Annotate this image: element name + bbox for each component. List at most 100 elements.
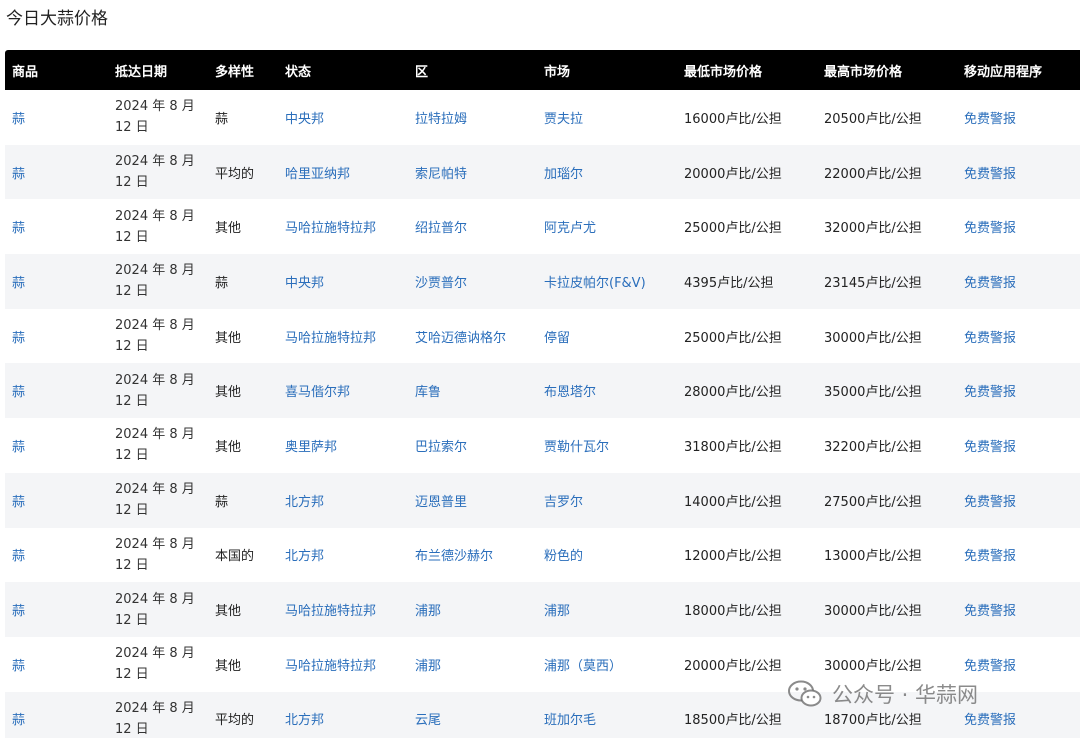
cell-district[interactable]: 布兰德沙赫尔 [415, 549, 493, 564]
cell-commodity[interactable]: 蒜 [12, 549, 25, 564]
free-alert-link[interactable]: 免费警报 [964, 604, 1016, 619]
cell-market[interactable]: 贾勒什瓦尔 [544, 440, 609, 455]
cell-district[interactable]: 艾哈迈德讷格尔 [415, 331, 506, 346]
cell-state[interactable]: 北方邦 [285, 713, 324, 728]
column-header-max-price: 最高市场价格 [824, 64, 903, 80]
cell-min-price: 12000卢比/公担 [684, 549, 782, 565]
free-alert-link-cell: 免费警报 [957, 473, 1080, 528]
cell-district[interactable]: 浦那 [415, 604, 441, 619]
watermark: 公众号 · 华蒜网 [788, 676, 978, 712]
cell-state-cell: 北方邦 [278, 473, 408, 528]
cell-max-price: 13000卢比/公担 [824, 549, 922, 565]
cell-commodity[interactable]: 蒜 [12, 385, 25, 400]
cell-district[interactable]: 沙贾普尔 [415, 276, 467, 291]
cell-commodity[interactable]: 蒜 [12, 276, 25, 291]
free-alert-link[interactable]: 免费警报 [964, 331, 1016, 346]
free-alert-link[interactable]: 免费警报 [964, 385, 1016, 400]
cell-market[interactable]: 加瑙尔 [544, 167, 583, 182]
free-alert-link[interactable]: 免费警报 [964, 713, 1016, 728]
cell-district[interactable]: 迈恩普里 [415, 495, 467, 510]
cell-state[interactable]: 北方邦 [285, 549, 324, 564]
cell-state[interactable]: 北方邦 [285, 495, 324, 510]
cell-state[interactable]: 马哈拉施特拉邦 [285, 604, 376, 619]
cell-date: 2024 年 8 月 12 日 [115, 154, 195, 191]
free-alert-link[interactable]: 免费警报 [964, 112, 1016, 127]
cell-state[interactable]: 马哈拉施特拉邦 [285, 659, 376, 674]
cell-state[interactable]: 中央邦 [285, 276, 324, 291]
cell-commodity-cell: 蒜 [5, 90, 108, 145]
table-header-row: 商品 抵达日期 多样性 状态 区 市场 最低市场价格 最高市场价格 移动应用程序 [5, 50, 1080, 90]
cell-commodity[interactable]: 蒜 [12, 659, 25, 674]
cell-variety: 其他 [215, 221, 242, 237]
cell-commodity[interactable]: 蒜 [12, 604, 25, 619]
cell-state[interactable]: 哈里亚纳邦 [285, 167, 350, 182]
cell-market[interactable]: 停留 [544, 331, 570, 346]
cell-commodity[interactable]: 蒜 [12, 221, 25, 236]
column-header-district: 区 [415, 64, 429, 80]
cell-market-cell: 浦那（莫西） [537, 637, 677, 692]
cell-commodity[interactable]: 蒜 [12, 167, 25, 182]
free-alert-link-cell: 免费警报 [957, 363, 1080, 418]
free-alert-link[interactable]: 免费警报 [964, 440, 1016, 455]
cell-district[interactable]: 库鲁 [415, 385, 441, 400]
cell-district[interactable]: 绍拉普尔 [415, 221, 467, 236]
cell-market-cell: 贾勒什瓦尔 [537, 418, 677, 473]
cell-commodity[interactable]: 蒜 [12, 331, 25, 346]
free-alert-link[interactable]: 免费警报 [964, 167, 1016, 182]
cell-market[interactable]: 粉色的 [544, 549, 583, 564]
cell-max-price: 30000卢比/公担 [824, 604, 922, 620]
cell-district[interactable]: 索尼帕特 [415, 167, 467, 182]
cell-variety: 蒜 [215, 494, 229, 510]
cell-market[interactable]: 班加尔毛 [544, 713, 596, 728]
cell-district-cell: 艾哈迈德讷格尔 [408, 309, 537, 364]
cell-market[interactable]: 浦那 [544, 604, 570, 619]
cell-variety: 其他 [215, 604, 242, 620]
cell-market-cell: 浦那 [537, 582, 677, 637]
cell-market[interactable]: 浦那（莫西） [544, 659, 622, 674]
cell-market[interactable]: 贾夫拉 [544, 112, 583, 127]
cell-district[interactable]: 拉特拉姆 [415, 112, 467, 127]
cell-state[interactable]: 奥里萨邦 [285, 440, 337, 455]
cell-state[interactable]: 马哈拉施特拉邦 [285, 221, 376, 236]
cell-state[interactable]: 马哈拉施特拉邦 [285, 331, 376, 346]
free-alert-link[interactable]: 免费警报 [964, 276, 1016, 291]
cell-market-cell: 卡拉皮帕尔(F&V) [537, 254, 677, 309]
cell-state[interactable]: 喜马偕尔邦 [285, 385, 350, 400]
cell-variety: 本国的 [215, 549, 255, 565]
cell-variety: 其他 [215, 330, 242, 346]
cell-max-price: 27500卢比/公担 [824, 494, 922, 510]
cell-variety: 蒜 [215, 275, 229, 291]
cell-state[interactable]: 中央邦 [285, 112, 324, 127]
cell-max-price: 32000卢比/公担 [824, 221, 922, 237]
cell-district-cell: 浦那 [408, 637, 537, 692]
free-alert-link-cell: 免费警报 [957, 582, 1080, 637]
cell-commodity[interactable]: 蒜 [12, 112, 25, 127]
cell-commodity-cell: 蒜 [5, 473, 108, 528]
cell-commodity[interactable]: 蒜 [12, 440, 25, 455]
free-alert-link[interactable]: 免费警报 [964, 549, 1016, 564]
free-alert-link[interactable]: 免费警报 [964, 495, 1016, 510]
cell-district[interactable]: 云尾 [415, 713, 441, 728]
cell-market[interactable]: 吉罗尔 [544, 495, 583, 510]
price-table: 商品 抵达日期 多样性 状态 区 市场 最低市场价格 最高市场价格 移动应用程序… [5, 50, 1080, 738]
cell-district[interactable]: 巴拉索尔 [415, 440, 467, 455]
table-row: 蒜 2024 年 8 月 12 日 其他 马哈拉施特拉邦 艾哈迈德讷格尔 停留 25000卢… [5, 308, 1080, 364]
free-alert-link[interactable]: 免费警报 [964, 221, 1016, 236]
cell-max-price: 20500卢比/公担 [824, 111, 922, 127]
cell-market[interactable]: 布恩塔尔 [544, 385, 596, 400]
cell-max-price: 30000卢比/公担 [824, 330, 922, 346]
cell-market-cell: 停留 [537, 309, 677, 364]
cell-state-cell: 马哈拉施特拉邦 [278, 309, 408, 364]
cell-commodity-cell: 蒜 [5, 637, 108, 692]
cell-district-cell: 拉特拉姆 [408, 90, 537, 145]
cell-market[interactable]: 阿克卢尤 [544, 221, 596, 236]
table-row: 蒜 2024 年 8 月 12 日 蒜 北方邦 迈恩普里 吉罗尔 14000卢比/公担 275… [5, 472, 1080, 528]
cell-commodity[interactable]: 蒜 [12, 713, 25, 728]
cell-market[interactable]: 卡拉皮帕尔(F&V) [544, 276, 646, 291]
table-row: 蒜 2024 年 8 月 12 日 平均的 哈里亚纳邦 索尼帕特 加瑙尔 20000卢比/公… [5, 144, 1080, 200]
cell-date: 2024 年 8 月 12 日 [115, 482, 195, 519]
cell-district[interactable]: 浦那 [415, 659, 441, 674]
cell-state-cell: 哈里亚纳邦 [278, 145, 408, 200]
free-alert-link[interactable]: 免费警报 [964, 659, 1016, 674]
cell-commodity[interactable]: 蒜 [12, 495, 25, 510]
